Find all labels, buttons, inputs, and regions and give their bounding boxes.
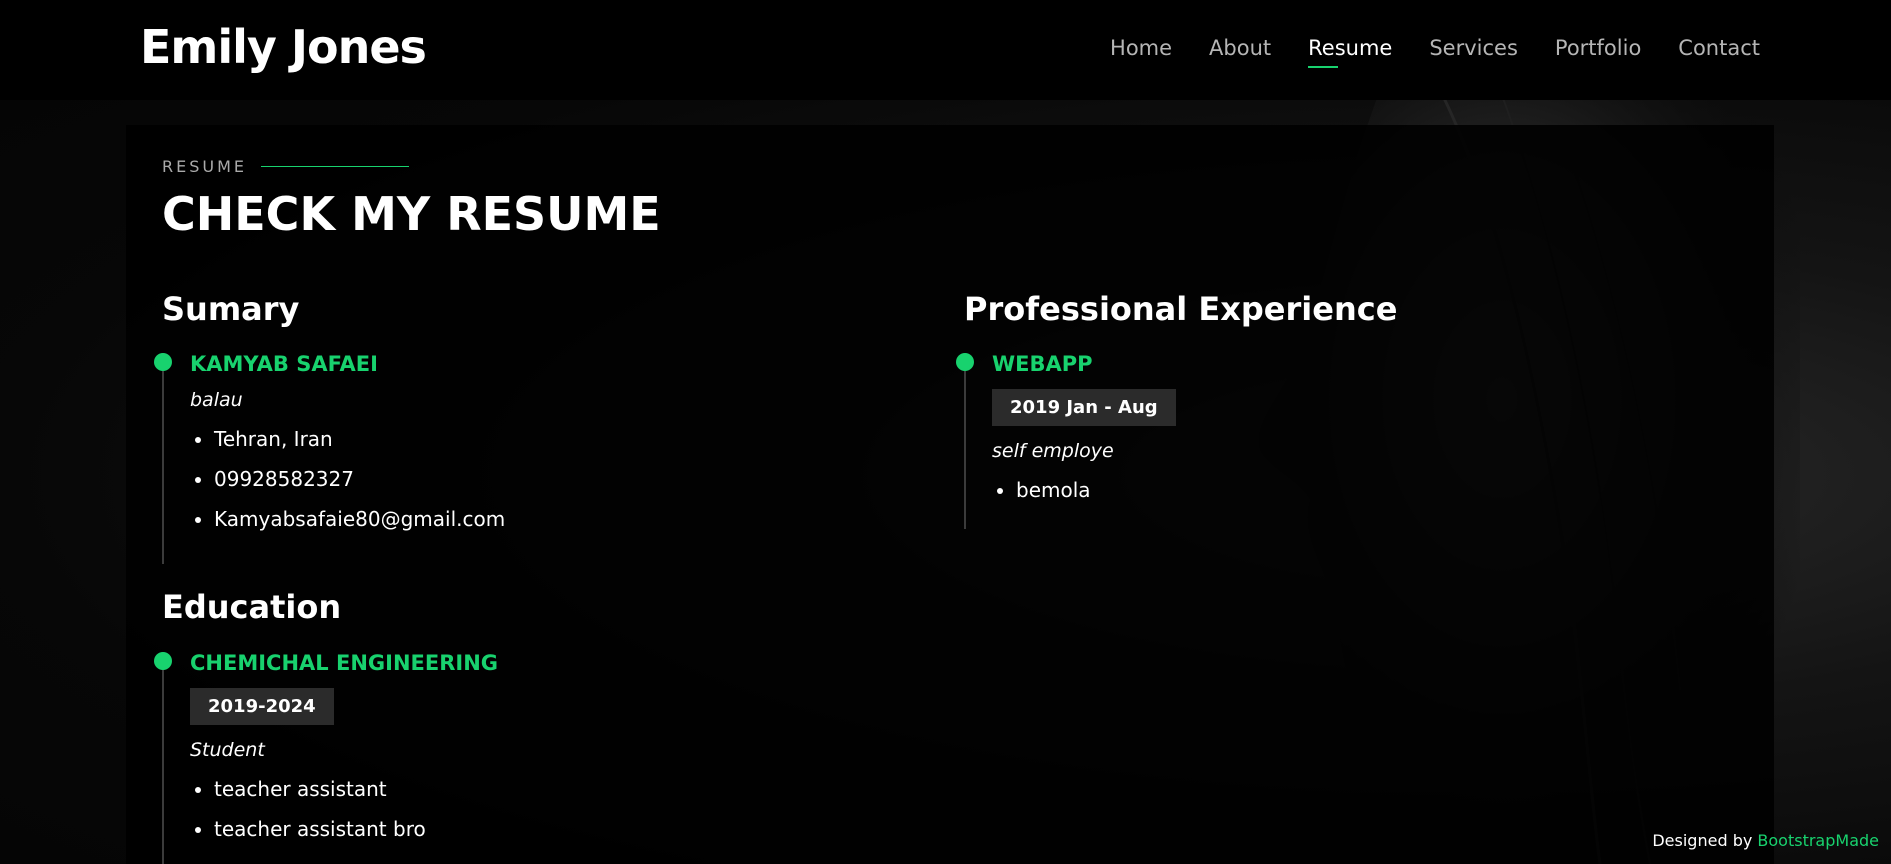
- education-detail: teacher assistant bro: [214, 817, 790, 841]
- experience-period-badge: 2019 Jan - Aug: [992, 389, 1176, 426]
- section-label-text: RESUME: [162, 157, 248, 176]
- education-heading: Education: [162, 588, 342, 626]
- education-detail: teacher assistant: [214, 777, 790, 801]
- experience-title: WEBAPP: [992, 352, 1093, 376]
- site-logo[interactable]: Emily Jones: [140, 20, 427, 74]
- nav-resume[interactable]: Resume: [1308, 36, 1392, 68]
- education-details: teacher assistant teacher assistant bro: [190, 777, 790, 841]
- summary-location: Tehran, Iran: [214, 427, 790, 451]
- summary-subtitle: balau: [190, 389, 243, 411]
- summary-heading: Sumary: [162, 290, 300, 328]
- timeline-dot: [956, 353, 974, 371]
- experience-subtitle: self employe: [992, 440, 1114, 462]
- credit-link[interactable]: BootstrapMade: [1757, 831, 1879, 850]
- experience-item: WEBAPP 2019 Jan - Aug self employe bemol…: [956, 352, 1592, 529]
- summary-name: KAMYAB SAFAEI: [190, 352, 378, 376]
- resume-panel: RESUME CHECK MY RESUME Sumary KAMYAB SAF…: [126, 125, 1774, 864]
- timeline-dot: [154, 353, 172, 371]
- education-item: CHEMICHAL ENGINEERING 2019-2024 Student …: [154, 651, 790, 864]
- footer-credit: Designed by BootstrapMade: [1652, 831, 1879, 850]
- nav-services[interactable]: Services: [1429, 36, 1518, 68]
- nav-about[interactable]: About: [1209, 36, 1271, 68]
- nav-home[interactable]: Home: [1110, 36, 1172, 68]
- section-title: CHECK MY RESUME: [162, 187, 661, 241]
- experience-detail: bemola: [1016, 478, 1592, 502]
- section-label-line: [261, 166, 410, 167]
- education-period-badge: 2019-2024: [190, 688, 334, 725]
- main-nav: Home About Resume Services Portfolio Con…: [1110, 36, 1760, 68]
- nav-portfolio[interactable]: Portfolio: [1555, 36, 1641, 68]
- summary-email: Kamyabsafaie80@gmail.com: [214, 507, 790, 531]
- page: Emily Jones Home About Resume Services P…: [0, 0, 1891, 864]
- experience-heading: Professional Experience: [964, 290, 1398, 328]
- summary-item: KAMYAB SAFAEI balau Tehran, Iran 0992858…: [154, 352, 790, 564]
- timeline-dot: [154, 652, 172, 670]
- education-subtitle: Student: [190, 739, 265, 761]
- section-label: RESUME: [162, 157, 410, 176]
- education-title: CHEMICHAL ENGINEERING: [190, 651, 499, 675]
- experience-details: bemola: [992, 478, 1592, 502]
- site-header: Emily Jones Home About Resume Services P…: [0, 0, 1891, 100]
- summary-details: Tehran, Iran 09928582327 Kamyabsafaie80@…: [190, 427, 790, 531]
- nav-contact[interactable]: Contact: [1678, 36, 1760, 68]
- summary-phone: 09928582327: [214, 467, 790, 491]
- credit-prefix: Designed by: [1652, 831, 1753, 850]
